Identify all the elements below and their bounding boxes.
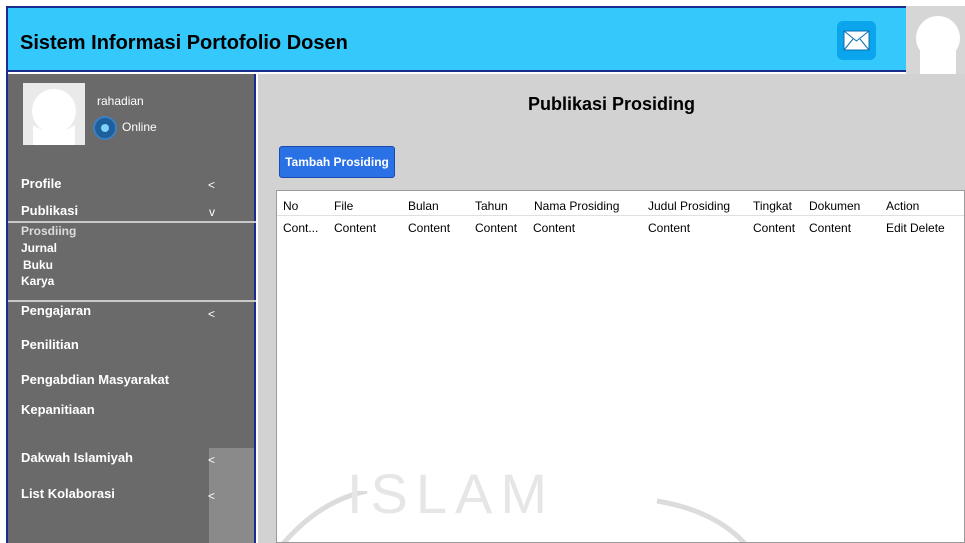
sidebar-item-pengabdian[interactable]: Pengabdian Masyarakat [21, 372, 169, 387]
sidebar-subitem-buku[interactable]: Buku [23, 258, 53, 272]
table-cell: Content [648, 221, 691, 235]
sidebar: rahadian Online Profile < Publikasi v Pr… [8, 74, 256, 543]
chevron-left-icon[interactable]: < [208, 307, 215, 321]
column-header[interactable]: Action [886, 199, 919, 213]
table-cell: Content [753, 221, 796, 235]
divider [8, 300, 256, 302]
table-cell: Content [408, 221, 451, 235]
avatar-icon [916, 16, 960, 76]
chevron-left-icon[interactable]: < [208, 453, 215, 467]
column-header[interactable]: File [334, 199, 353, 213]
divider [277, 215, 964, 216]
mail-button[interactable] [837, 21, 876, 60]
page-title: Publikasi Prosiding [527, 94, 696, 114]
table-cell: Content [475, 221, 518, 235]
column-header[interactable]: Tingkat [753, 199, 792, 213]
table-cell: Content [809, 221, 852, 235]
watermark: ISLAM [347, 462, 556, 525]
column-header[interactable]: Tahun [475, 199, 508, 213]
sidebar-item-pengajaran[interactable]: Pengajaran [21, 303, 91, 318]
row-actions[interactable]: Edit Delete [886, 221, 945, 235]
sidebar-item-dakwah[interactable]: Dakwah Islamiyah [21, 450, 133, 465]
user-avatar [23, 83, 85, 145]
table-cell: Content [334, 221, 377, 235]
sidebar-subitem-jurnal[interactable]: Jurnal [21, 241, 57, 255]
user-name: rahadian [97, 94, 144, 108]
column-header[interactable]: No [283, 199, 298, 213]
main-content: Publikasi Prosiding Tambah Prosiding No … [258, 74, 965, 543]
column-header[interactable]: Judul Prosiding [648, 199, 730, 213]
divider [8, 221, 256, 223]
prosiding-table: No File Bulan Tahun Nama Prosiding Judul… [276, 190, 965, 543]
sidebar-item-publikasi[interactable]: Publikasi [21, 203, 78, 218]
add-prosiding-button[interactable]: Tambah Prosiding [279, 146, 395, 178]
sidebar-scroll-shade [209, 448, 254, 543]
sidebar-item-profile[interactable]: Profile [21, 176, 61, 191]
chevron-left-icon[interactable]: < [208, 178, 215, 192]
table-cell: Cont... [283, 221, 319, 235]
online-status-icon [93, 116, 117, 140]
user-status: Online [122, 120, 157, 134]
column-header[interactable]: Bulan [408, 199, 439, 213]
app-title: Sistem Informasi Portofolio Dosen [20, 32, 348, 54]
app-header: Sistem Informasi Portofolio Dosen [8, 8, 906, 72]
chevron-down-icon[interactable]: v [209, 205, 215, 219]
header-avatar-button[interactable] [906, 6, 965, 76]
sidebar-subitem-karya[interactable]: Karya [21, 274, 54, 288]
chevron-left-icon[interactable]: < [208, 489, 215, 503]
sidebar-item-penilitian[interactable]: Penilitian [21, 337, 79, 352]
sidebar-item-kolaborasi[interactable]: List Kolaborasi [21, 486, 115, 501]
avatar-icon [32, 89, 76, 145]
column-header[interactable]: Nama Prosiding [534, 199, 619, 213]
sidebar-subitem-prosiding[interactable]: Prosdiing [21, 224, 76, 238]
table-cell: Content [533, 221, 576, 235]
mail-icon [843, 30, 870, 51]
sidebar-item-kepanitiaan[interactable]: Kepanitiaan [21, 402, 95, 417]
column-header[interactable]: Dokumen [809, 199, 860, 213]
